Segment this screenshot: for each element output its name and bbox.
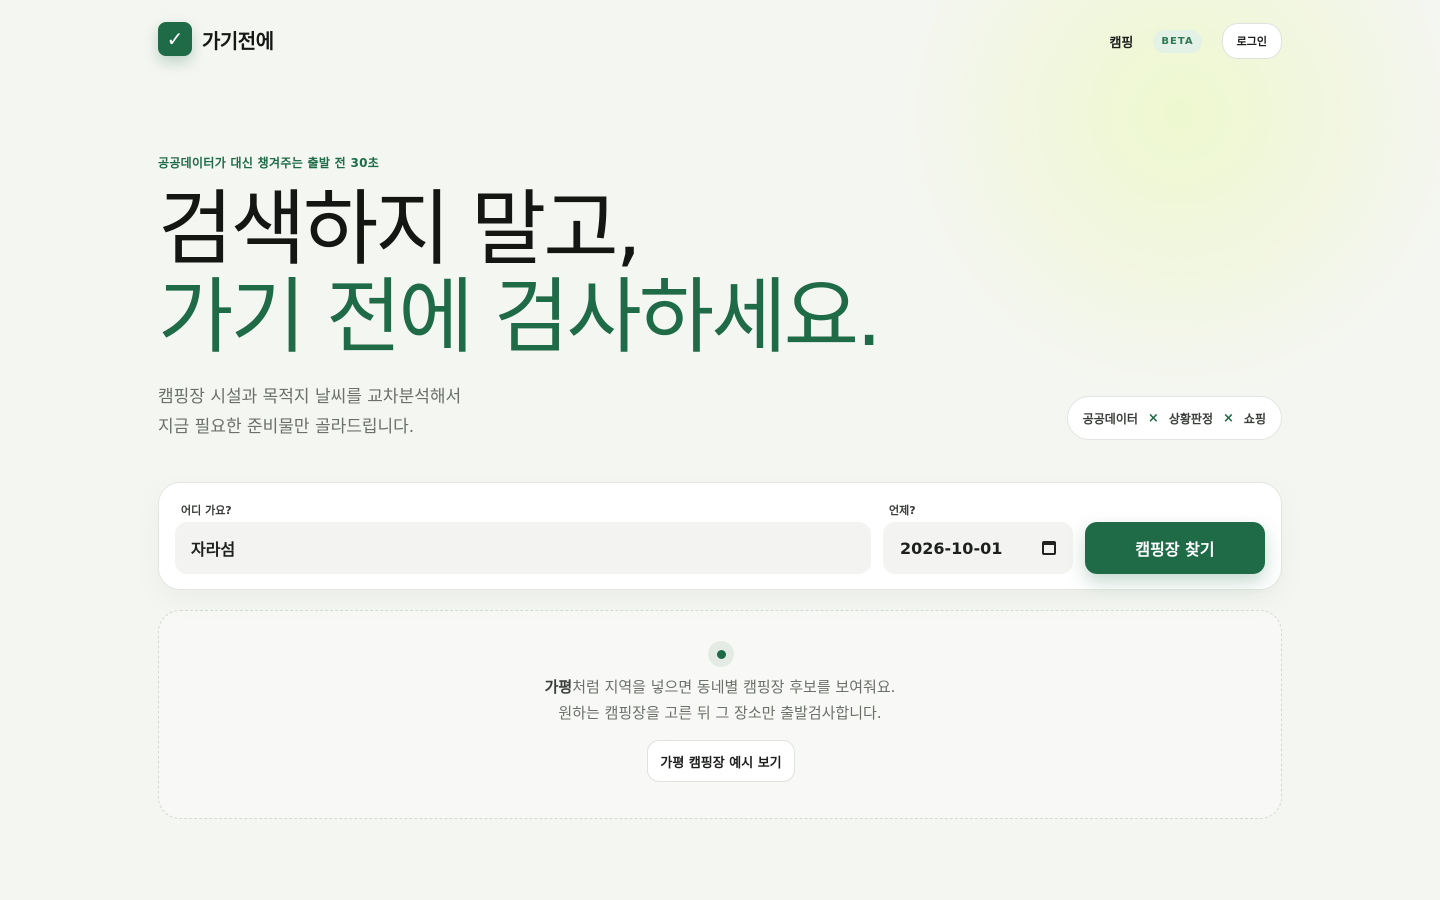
hero-headline: 검색하지 말고, 가기 전에 검사하세요. <box>158 182 882 365</box>
feature-tags: 공공데이터 × 상황판정 × 쇼핑 <box>1066 396 1282 440</box>
search-card: 어디 가요? 언제? 2026-10-01 캠핑장 찾기 <box>158 482 1282 590</box>
times-icon: × <box>1223 410 1234 426</box>
empty-state: 가평처럼 지역을 넣으면 동네별 캠핑장 후보를 보여줘요. 원하는 캠핑장을 … <box>158 610 1282 819</box>
beta-badge: BETA <box>1153 29 1202 53</box>
hero-eyebrow: 공공데이터가 대신 챙겨주는 출발 전 30초 <box>158 156 380 170</box>
empty-line-2: 원하는 캠핑장을 고른 뒤 그 장소만 출발검사합니다. <box>558 704 882 722</box>
top-nav: 캠핑 BETA 로그인 <box>1109 23 1282 59</box>
where-label: 어디 가요? <box>181 504 232 517</box>
logo-text: 가기전에 <box>202 28 274 53</box>
empty-bold-region: 가평 <box>544 678 573 696</box>
hero-lead: 캠핑장 시설과 목적지 날씨를 교차분석해서 지금 필요한 준비물만 골라드립니… <box>158 382 461 442</box>
date-value: 2026-10-01 <box>900 538 1003 558</box>
tag-shopping: 쇼핑 <box>1243 411 1266 426</box>
tag-situation: 상황판정 <box>1168 411 1213 426</box>
find-campsite-button[interactable]: 캠핑장 찾기 <box>1085 522 1265 574</box>
headline-line-2: 가기 전에 검사하세요. <box>158 270 882 365</box>
nav-item-camping[interactable]: 캠핑 <box>1109 32 1133 51</box>
calendar-icon[interactable] <box>1042 541 1056 555</box>
times-icon: × <box>1147 410 1159 426</box>
dot-icon <box>708 641 734 667</box>
check-icon: ✓ <box>158 22 192 56</box>
lead-line-1: 캠핑장 시설과 목적지 날씨를 교차분석해서 <box>158 387 462 407</box>
lead-line-2: 지금 필요한 준비물만 골라드립니다. <box>158 417 415 437</box>
empty-line-1-rest: 처럼 지역을 넣으면 동네별 캠핑장 후보를 보여줘요. <box>572 678 896 696</box>
login-button[interactable]: 로그인 <box>1221 23 1282 59</box>
logo[interactable]: ✓ 가기전에 <box>158 22 274 56</box>
headline-line-1: 검색하지 말고, <box>158 182 642 277</box>
date-input[interactable]: 2026-10-01 <box>883 522 1073 574</box>
empty-line-1: 가평처럼 지역을 넣으면 동네별 캠핑장 후보를 보여줘요. <box>159 676 1281 697</box>
example-button[interactable]: 가평 캠핑장 예시 보기 <box>647 740 795 782</box>
when-label: 언제? <box>889 504 916 517</box>
tag-public-data: 공공데이터 <box>1082 411 1138 426</box>
where-input[interactable] <box>175 522 871 574</box>
page-container: ✓ 가기전에 캠핑 BETA 로그인 공공데이터가 대신 챙겨주는 출발 전 3… <box>158 0 1282 900</box>
